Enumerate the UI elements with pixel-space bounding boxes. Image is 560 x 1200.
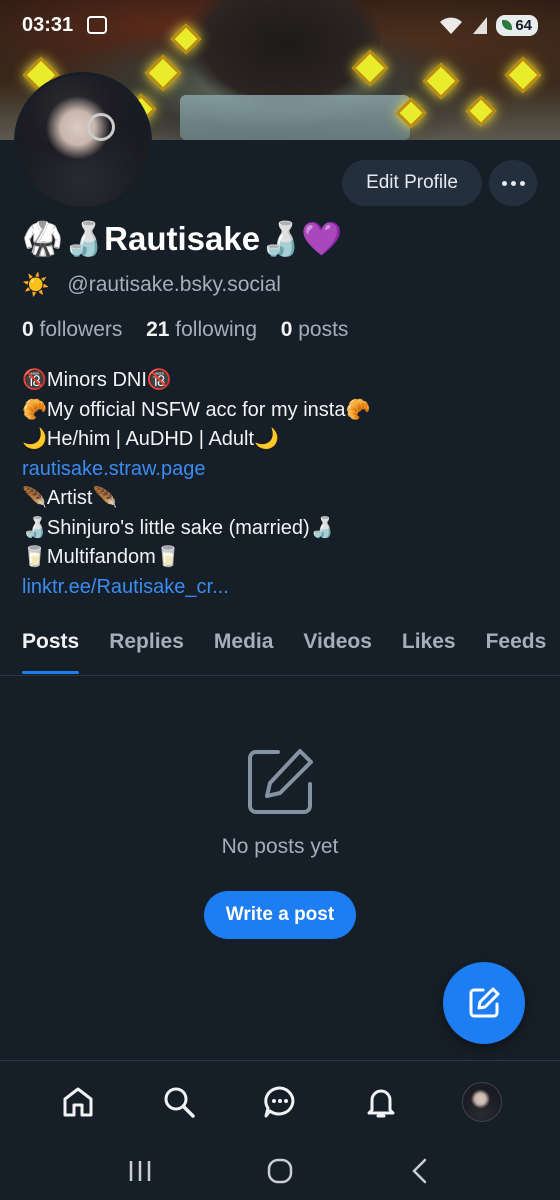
- following-stat[interactable]: 21 following: [146, 318, 257, 341]
- empty-state-message: No posts yet: [221, 835, 339, 858]
- recent-apps-icon: [129, 1161, 151, 1181]
- compose-fab[interactable]: [443, 962, 525, 1044]
- compose-icon: [469, 987, 500, 1018]
- profile-screen: 03:31 64 Edit Profile 🥋🍶Rautisake🍶💜 ☀️ @…: [0, 0, 560, 1200]
- write-post-button[interactable]: Write a post: [204, 891, 356, 939]
- nav-profile-avatar: [461, 1081, 502, 1122]
- bio-link[interactable]: rautisake.straw.page: [22, 455, 370, 485]
- more-options-button[interactable]: [489, 160, 537, 206]
- followers-count: 0: [22, 318, 34, 341]
- tab-replies[interactable]: Replies: [109, 620, 184, 675]
- tab-media[interactable]: Media: [214, 620, 274, 675]
- following-label: following: [175, 318, 258, 341]
- nav-home[interactable]: [53, 1077, 103, 1127]
- banner-gem: [504, 56, 542, 94]
- handle-emoji: ☀️: [22, 272, 50, 297]
- profile-stats: 0 followers 21 following 0 posts: [22, 318, 348, 342]
- home-system-button[interactable]: [255, 1151, 305, 1191]
- edit-profile-button[interactable]: Edit Profile: [342, 160, 482, 206]
- bio-line: 🥐My official NSFW acc for my insta🥐: [22, 398, 371, 421]
- status-bar: 03:31 64: [0, 0, 560, 50]
- back-icon: [412, 1158, 427, 1184]
- screen-cast-icon: [87, 16, 108, 34]
- wifi-icon: [440, 17, 463, 34]
- posts-label: posts: [298, 318, 349, 341]
- recent-apps-button[interactable]: [115, 1151, 165, 1191]
- tab-likes[interactable]: Likes: [402, 620, 456, 675]
- handle: @rautisake.bsky.social: [67, 273, 281, 296]
- more-icon: [501, 180, 525, 186]
- bio-line: 🍶Shinjuro's little sake (married)🍶: [22, 516, 335, 539]
- battery-indicator: 64: [496, 14, 538, 36]
- banner-gem: [465, 95, 497, 127]
- bio-line: 🔞Minors DNI🔞: [22, 369, 172, 391]
- search-icon: [164, 1087, 195, 1118]
- followers-stat[interactable]: 0 followers: [22, 318, 122, 341]
- status-time: 03:31: [22, 13, 74, 36]
- chat-icon: [264, 1085, 295, 1117]
- battery-level: 64: [515, 16, 532, 34]
- posts-stat: 0 posts: [281, 318, 349, 341]
- nav-search[interactable]: [154, 1077, 204, 1127]
- system-navigation: [0, 1142, 560, 1200]
- home-circle-icon: [267, 1158, 293, 1184]
- tab-posts[interactable]: Posts: [22, 620, 80, 675]
- status-right: 64: [438, 14, 538, 36]
- following-count: 21: [146, 318, 170, 341]
- bottom-navigation: [0, 1060, 560, 1142]
- followers-label: followers: [39, 318, 123, 341]
- tab-videos[interactable]: Videos: [303, 620, 371, 675]
- bell-icon: [367, 1089, 395, 1117]
- profile-avatar[interactable]: [14, 72, 152, 210]
- bio-line: 🌙He/him | AuDHD | Adult🌙: [22, 428, 279, 450]
- nav-profile[interactable]: [457, 1077, 507, 1127]
- compose-icon: [248, 749, 313, 814]
- back-button[interactable]: [395, 1151, 445, 1191]
- profile-tabs: Posts Replies Media Videos Likes Feeds: [0, 620, 560, 676]
- display-name: 🥋🍶Rautisake🍶💜: [22, 220, 343, 257]
- bio-line: 🪶Artist🪶: [22, 487, 118, 509]
- bio-line: 🥛Multifandom🥛: [22, 546, 181, 568]
- banner-gem: [144, 54, 182, 92]
- tab-feeds[interactable]: Feeds: [486, 620, 547, 675]
- banner-floor: [180, 95, 410, 140]
- battery-saver-icon: [502, 20, 513, 30]
- handle-row: ☀️ @rautisake.bsky.social: [22, 272, 281, 298]
- home-icon: [63, 1087, 93, 1116]
- nav-chat[interactable]: [255, 1077, 305, 1127]
- nav-notifications[interactable]: [356, 1077, 406, 1127]
- bio-link[interactable]: linktr.ee/Rautisake_cr...: [22, 573, 370, 603]
- posts-count: 0: [280, 318, 293, 341]
- profile-bio: 🔞Minors DNI🔞 🥐My official NSFW acc for m…: [22, 366, 370, 602]
- banner-gem: [422, 62, 460, 100]
- signal-icon: [473, 17, 488, 34]
